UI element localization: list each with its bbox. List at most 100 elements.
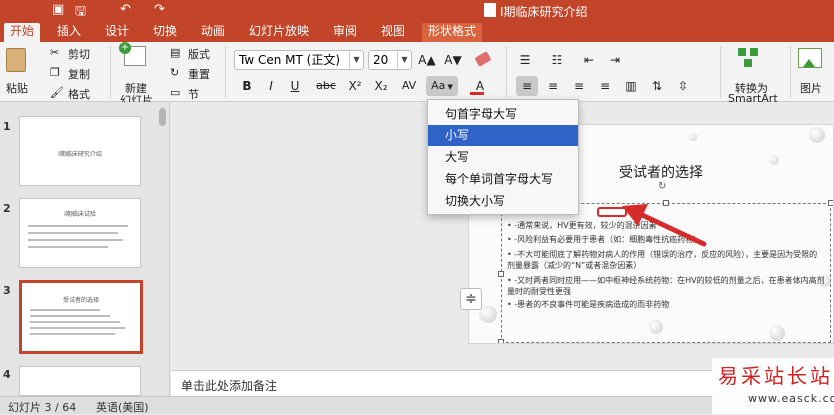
thumbnail-title: I期临床研究介绍 — [58, 151, 102, 158]
numbering-icon[interactable]: ☷ — [546, 50, 568, 70]
thumbnail-scrollbar[interactable] — [159, 108, 166, 126]
water-drop — [809, 127, 825, 143]
increase-indent-icon[interactable]: ⇥ — [604, 50, 626, 70]
chevron-down-icon[interactable]: ▼ — [349, 51, 363, 69]
layout-button[interactable]: 版式 — [188, 46, 210, 62]
resize-handle[interactable] — [828, 200, 833, 206]
thumbnail-line — [28, 225, 128, 227]
bold-button[interactable]: B — [236, 76, 258, 96]
decrease-indent-icon[interactable]: ⇤ — [578, 50, 600, 70]
slide-title[interactable]: 受试者的选择 — [619, 162, 703, 182]
ribbon-divider — [506, 46, 507, 98]
tab-transitions[interactable]: 切换 — [147, 23, 183, 42]
ribbon-divider — [225, 46, 226, 98]
cut-button[interactable]: 剪切 — [68, 46, 90, 62]
align-center-icon[interactable]: ≡ — [542, 76, 564, 96]
slide-thumbnail[interactable]: I期临床研究介绍 — [19, 116, 141, 186]
document-icon — [484, 3, 496, 17]
ribbon-tabs: 开始 插入 设计 切换 动画 幻灯片放映 审阅 视图 形状格式 — [0, 20, 834, 42]
picture-button[interactable]: 图片 — [800, 80, 822, 96]
menu-item-toggle-case[interactable]: 切换大小写 — [428, 191, 578, 212]
picture-icon[interactable] — [798, 48, 822, 68]
section-icon[interactable]: ▭ — [170, 86, 180, 99]
thumbnail-number: 4 — [3, 368, 11, 381]
font-name-value: Tw Cen MT (正文) — [239, 53, 341, 67]
redo-icon[interactable]: ↷ — [154, 2, 165, 17]
tab-shape-format[interactable]: 形状格式 — [422, 23, 483, 42]
justify-icon[interactable]: ≡ — [594, 76, 616, 96]
slide-thumbnail-selected[interactable]: 受试者的选择 — [19, 280, 143, 354]
language-indicator[interactable]: 英语(美国) — [96, 399, 149, 415]
font-color-button[interactable]: A — [466, 76, 494, 96]
slide-bullet[interactable]: • -患者的不良事件可能是疾病造成的而非药物 — [507, 299, 825, 310]
columns-icon[interactable]: ▥ — [620, 76, 642, 96]
new-slide-icon[interactable]: + — [119, 42, 146, 66]
character-spacing-button[interactable]: AV — [396, 76, 422, 96]
copy-button[interactable]: 复制 — [68, 66, 90, 82]
undo-icon[interactable]: ↶ — [120, 2, 131, 17]
align-left-icon[interactable]: ≡ — [516, 76, 538, 96]
tab-home[interactable]: 开始 — [4, 23, 41, 42]
tab-view[interactable]: 视图 — [375, 23, 411, 42]
ribbon-divider — [790, 46, 791, 98]
thumbnail-title: I期临床试验 — [64, 211, 96, 218]
format-painter-icon[interactable]: 🖌 — [50, 86, 64, 99]
ribbon: 粘贴 ✂ 剪切 ❐ 复制 🖌 格式 + 新建 幻灯片 ▤ 版式 ↻ 重置 ▭ 节… — [0, 42, 834, 107]
title-bar: ▣ 🖫 ↶ ↷ I期临床研究介绍 — [0, 0, 834, 20]
align-right-icon[interactable]: ≡ — [568, 76, 590, 96]
text-direction-icon[interactable]: ⇅ — [646, 76, 668, 96]
thumbnail-number: 3 — [3, 284, 11, 297]
change-case-button[interactable]: Aa ▼ — [426, 76, 458, 96]
tab-design[interactable]: 设计 — [99, 23, 135, 42]
underline-button[interactable]: U — [284, 76, 306, 96]
ribbon-divider — [110, 46, 111, 98]
thumbnail-line — [30, 321, 120, 323]
resize-handle[interactable] — [498, 271, 504, 277]
section-button[interactable]: 节 — [188, 86, 199, 102]
tab-review[interactable]: 审阅 — [327, 23, 363, 42]
vertical-align-icon[interactable]: ≑ — [460, 288, 482, 310]
tab-insert[interactable]: 插入 — [51, 23, 87, 42]
grow-font-button[interactable]: A▲ — [416, 50, 438, 70]
thumbnail-line — [30, 333, 115, 335]
menu-item-lowercase[interactable]: 小写 — [428, 125, 578, 146]
resize-handle[interactable] — [498, 339, 504, 343]
paste-icon[interactable] — [6, 48, 26, 72]
scissors-icon[interactable]: ✂ — [50, 46, 59, 59]
copy-icon[interactable]: ❐ — [50, 66, 60, 79]
reset-icon[interactable]: ↻ — [170, 66, 179, 79]
clear-format-button[interactable] — [472, 50, 494, 70]
italic-button[interactable]: I — [260, 76, 282, 96]
font-size-combo[interactable]: 20 ▼ — [368, 50, 412, 70]
font-name-combo[interactable]: Tw Cen MT (正文) ▼ — [234, 50, 364, 70]
thumbnail-line — [30, 315, 110, 317]
reset-button[interactable]: 重置 — [188, 66, 210, 82]
align-text-icon[interactable]: ⇳ — [672, 76, 694, 96]
chevron-down-icon[interactable]: ▼ — [397, 51, 411, 69]
menu-item-capitalize-each-word[interactable]: 每个单词首字母大写 — [428, 169, 578, 190]
slide-bullet[interactable]: • -不大可能彻底了解药物对病人的作用（错误的治疗，反应的风险），主要是因为受限… — [507, 249, 825, 271]
slide-thumbnail-panel: 1 I期临床研究介绍 2 I期临床试验 3 受试者的选择 4 — [0, 102, 170, 396]
strikethrough-button[interactable]: abc — [312, 76, 340, 96]
change-case-label: Aa — [431, 79, 446, 92]
superscript-button[interactable]: X² — [344, 76, 366, 96]
slide-bullet[interactable]: • -又时两者同时应用——如中枢神经系统药物：在HV的较低的剂量之后，在患者体内… — [507, 275, 825, 297]
menu-item-sentence-case[interactable]: 句首字母大写 — [428, 104, 578, 125]
annotation-arrow — [622, 204, 707, 247]
shrink-font-button[interactable]: A▼ — [442, 50, 464, 70]
slide-thumbnail[interactable] — [19, 366, 141, 396]
water-drop — [769, 155, 779, 165]
paste-button[interactable]: 粘贴 — [6, 80, 28, 96]
format-painter-button[interactable]: 格式 — [68, 86, 90, 102]
tab-animations[interactable]: 动画 — [195, 23, 231, 42]
slide-thumbnail[interactable]: I期临床试验 — [19, 198, 141, 268]
rotate-handle-icon[interactable]: ↻ — [658, 181, 666, 192]
layout-icon[interactable]: ▤ — [170, 46, 180, 59]
menu-item-uppercase[interactable]: 大写 — [428, 147, 578, 168]
chevron-down-icon: ▼ — [445, 83, 453, 91]
subscript-button[interactable]: X₂ — [370, 76, 392, 96]
smartart-icon[interactable] — [738, 48, 760, 68]
tab-slideshow[interactable]: 幻灯片放映 — [243, 23, 315, 42]
ribbon-divider — [720, 46, 721, 98]
bullets-icon[interactable]: ☰ — [514, 50, 536, 70]
